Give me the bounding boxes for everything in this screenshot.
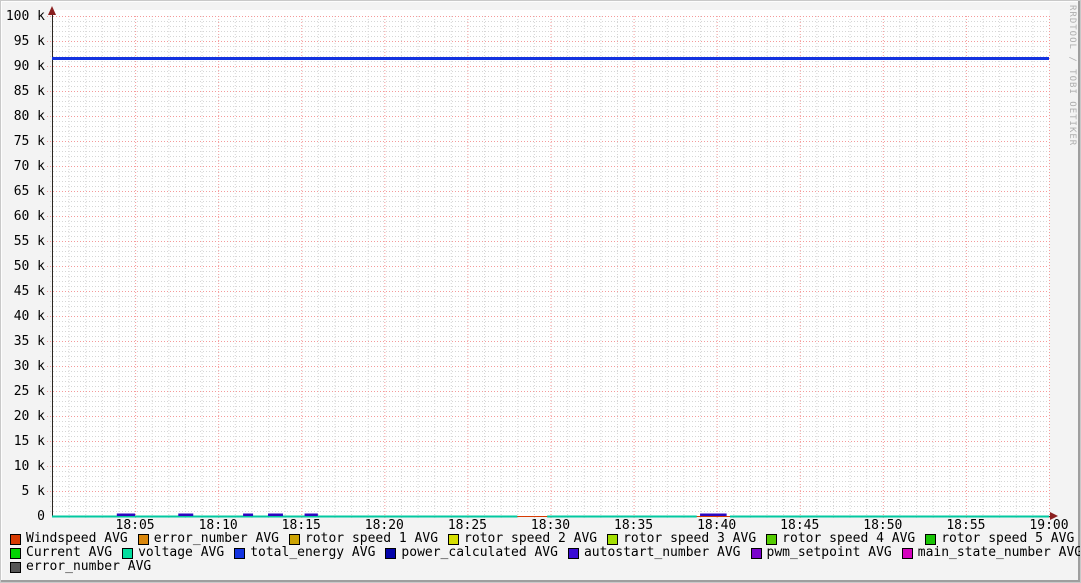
legend-label: rotor speed 4 AVG <box>782 531 916 546</box>
y-tick-label: 65 k <box>14 184 45 199</box>
y-tick-label: 85 k <box>14 84 45 99</box>
y-tick-label: 35 k <box>14 334 45 349</box>
legend-swatch <box>567 547 579 559</box>
x-tick-label: 18:35 <box>614 518 653 532</box>
x-tick-label: 18:55 <box>946 518 985 532</box>
legend-swatch <box>10 547 21 559</box>
legend-label: voltage AVG <box>138 545 225 560</box>
legend-swatch <box>766 533 778 545</box>
legend-swatch <box>385 547 397 559</box>
legend-item: error_number AVG <box>137 531 279 546</box>
legend-item: main_state_number AVG <box>901 545 1081 560</box>
y-tick-label: 90 k <box>14 59 45 74</box>
y-tick-label: 10 k <box>14 459 45 474</box>
x-tick-label: 18:40 <box>697 518 736 532</box>
legend-swatch <box>122 547 134 559</box>
x-tick-label: 19:00 <box>1029 518 1068 532</box>
y-tick-label: 45 k <box>14 284 45 299</box>
y-tick-label: 0 <box>37 509 45 524</box>
legend-item: rotor speed 5 AVG <box>925 532 1074 546</box>
legend-item: rotor speed 4 AVG <box>766 532 915 546</box>
legend-item: rotor speed 3 AVG <box>607 532 756 546</box>
legend-label: Windspeed AVG <box>26 531 128 546</box>
legend-label: error_number AVG <box>153 531 279 546</box>
legend-label: pwm_setpoint AVG <box>766 545 892 560</box>
legend-label: error_number AVG <box>26 559 152 574</box>
legend-label: Current AVG <box>26 545 113 560</box>
legend-swatch <box>448 533 460 545</box>
legend-item: Windspeed AVG <box>10 532 128 546</box>
legend-swatch <box>10 561 21 573</box>
legend-label: autostart_number AVG <box>583 545 741 560</box>
x-tick-label: 18:05 <box>116 518 155 532</box>
legend-swatch <box>901 547 913 559</box>
y-tick-label: 80 k <box>14 109 45 124</box>
legend-swatch <box>607 533 619 545</box>
y-tick-label: 100 k <box>6 9 45 24</box>
legend-swatch <box>10 533 21 545</box>
legend-swatch <box>137 533 149 545</box>
y-tick-label: 15 k <box>14 434 45 449</box>
x-tick-label: 18:25 <box>448 518 487 532</box>
x-tick-label: 18:30 <box>531 518 570 532</box>
legend-item: voltage AVG <box>122 546 224 560</box>
legend: Windspeed AVG error_number AVG rotor speed… <box>10 532 1080 574</box>
y-tick-label: 50 k <box>14 259 45 274</box>
y-tick-label: 60 k <box>14 209 45 224</box>
x-tick-label: 18:45 <box>780 518 819 532</box>
rrd-graph: 0 5 k 10 k 15 k 20 k 25 k 30 k 35 k 40 k 45 k 50 k… <box>0 0 1081 583</box>
legend-item: rotor speed 2 AVG <box>448 532 597 546</box>
x-tick-label: 18:50 <box>863 518 902 532</box>
y-tick-label: 20 k <box>14 409 45 424</box>
legend-row: error_number AVG <box>10 560 1076 574</box>
x-tick-label: 18:10 <box>199 518 238 532</box>
legend-label: rotor speed 3 AVG <box>623 531 757 546</box>
legend-label: total_energy AVG <box>250 545 376 560</box>
y-tick-label: 55 k <box>14 234 45 249</box>
legend-item: Current AVG <box>10 546 112 560</box>
legend-label: power_calculated AVG <box>401 545 558 560</box>
x-tick-label: 18:20 <box>365 518 404 532</box>
legend-item: power_calculated AVG <box>385 546 558 560</box>
legend-row: Windspeed AVG error_number AVG rotor speed… <box>10 532 1076 546</box>
legend-item: pwm_setpoint AVG <box>750 545 892 560</box>
legend-item: total_energy AVG <box>234 546 375 560</box>
legend-swatch <box>925 533 937 545</box>
plot-svg: 0 5 k 10 k 15 k 20 k 25 k 30 k 35 k 40 k 45 k 50 k… <box>6 6 1069 533</box>
watermark: RRDTOOL / TOBI OETIKER <box>1067 5 1077 147</box>
legend-item: rotor speed 1 AVG <box>288 531 439 546</box>
legend-item: autostart_number AVG <box>567 545 741 560</box>
legend-swatch <box>234 547 246 559</box>
y-tick-label: 40 k <box>14 309 45 324</box>
legend-label: main_state_number AVG <box>917 545 1081 560</box>
legend-label: rotor speed 2 AVG <box>464 531 598 546</box>
legend-row: Current AVG voltage AVG total_energy AVG po… <box>10 545 1080 560</box>
y-tick-label: 75 k <box>14 134 45 149</box>
legend-swatch <box>750 547 762 559</box>
y-tick-label: 70 k <box>14 159 45 174</box>
y-tick-label: 25 k <box>14 384 45 399</box>
legend-label: rotor speed 5 AVG <box>941 531 1075 546</box>
y-tick-label: 30 k <box>14 359 45 374</box>
legend-swatch <box>288 533 300 545</box>
x-tick-label: 18:15 <box>282 518 321 532</box>
y-tick-label: 95 k <box>14 34 45 49</box>
y-tick-label: 5 k <box>22 484 46 499</box>
legend-item: error_number AVG <box>10 560 151 574</box>
legend-label: rotor speed 1 AVG <box>304 531 439 546</box>
